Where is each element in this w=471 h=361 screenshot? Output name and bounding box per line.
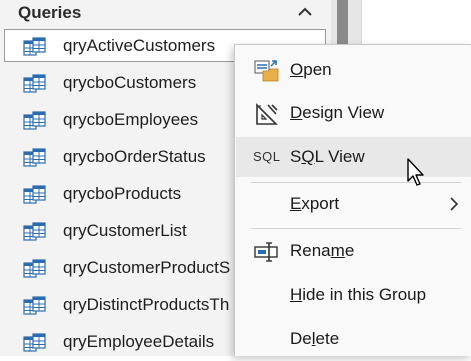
query-name: qrycboCustomers [63,73,197,92]
menu-item-label: Design View [290,103,385,122]
query-name: qrycboProducts [63,184,182,203]
query-name: qrycboEmployees [63,110,199,129]
mouse-pointer-icon [407,158,424,186]
menu-separator [251,182,461,183]
menu-item-sql-view[interactable]: SQL SQL View [236,137,471,177]
query-icon [23,37,46,56]
context-menu: Open Design View SQL SQL View Export Ren… [234,44,471,356]
menu-item-delete[interactable]: Delete [236,319,471,359]
open-icon [254,60,279,82]
menu-item-label: Open [290,60,332,79]
query-icon [23,333,46,352]
sql-icon: SQL [253,149,281,164]
menu-item-label: SQL View [290,147,365,166]
menu-item-rename[interactable]: Rename [236,231,471,271]
query-icon [23,222,46,241]
query-name: qryEmployeeDetails [63,332,215,351]
query-icon [23,296,46,315]
menu-item-label: Export [290,194,340,213]
menu-separator [251,228,461,229]
menu-item-export[interactable]: Export [236,184,471,224]
query-icon [23,185,46,204]
query-name: qryDistinctProductsTh [63,295,230,314]
menu-item-label: Rename [290,241,355,260]
query-name: qryActiveCustomers [63,36,216,55]
query-icon [23,148,46,167]
rename-icon [254,242,278,262]
query-name: qrycboOrderStatus [63,147,206,166]
query-name: qryCustomerProductS [63,258,231,277]
query-icon [23,111,46,130]
menu-item-open[interactable]: Open [236,50,471,90]
query-icon [23,74,46,93]
group-title: Queries [18,3,82,22]
menu-item-label: Delete [290,329,340,348]
query-icon [23,259,46,278]
queries-group-header[interactable]: Queries [0,0,331,26]
chevron-right-icon [450,197,459,211]
menu-item-hide-in-group[interactable]: Hide in this Group [236,275,471,315]
query-name: qryCustomerList [63,221,187,240]
design-view-icon [256,103,278,125]
menu-item-label: Hide in this Group [290,285,427,304]
chevron-up-icon[interactable] [295,2,315,22]
menu-item-design-view[interactable]: Design View [236,93,471,133]
